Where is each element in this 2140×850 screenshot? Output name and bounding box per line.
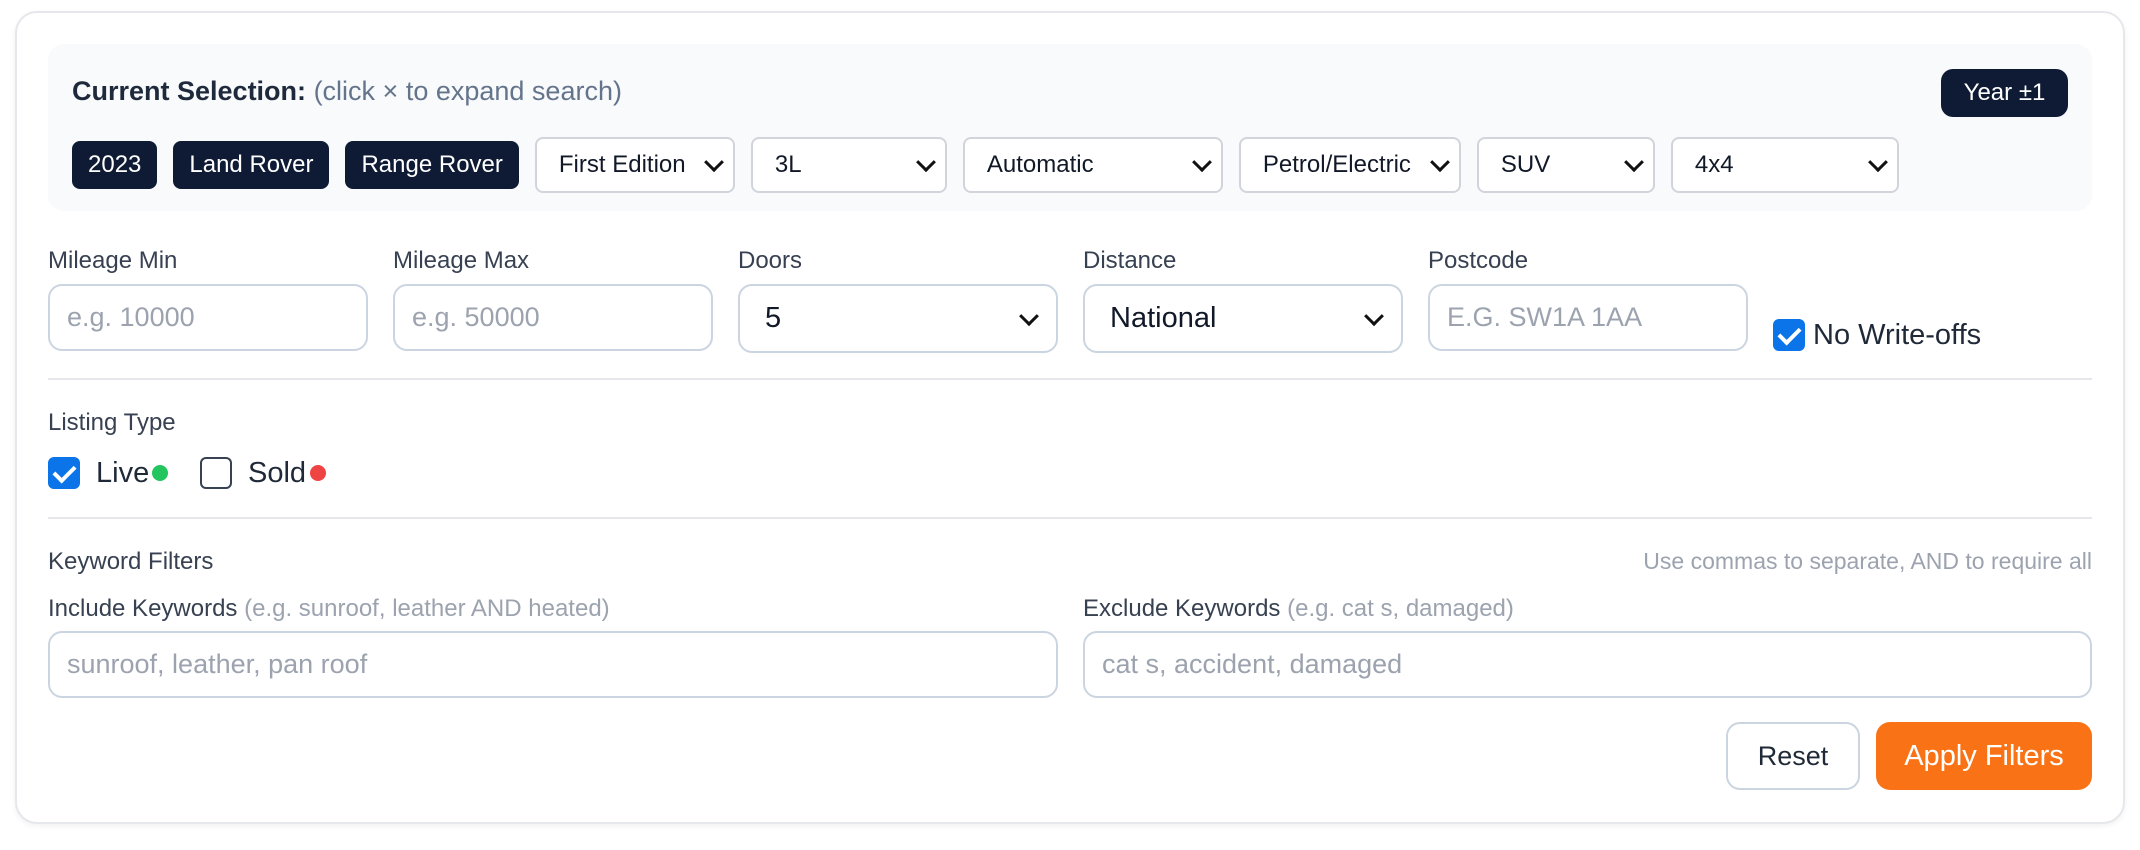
- mileage-min-label: Mileage Min: [48, 247, 178, 274]
- fuel-select-value: Petrol/Electric: [1262, 151, 1411, 178]
- divider: [48, 378, 2092, 380]
- sold-checkbox[interactable]: [200, 457, 232, 489]
- reset-button[interactable]: Reset: [1726, 722, 1860, 790]
- chip-make[interactable]: Land Rover: [173, 141, 330, 189]
- exclude-keywords-title: Exclude Keywords: [1083, 595, 1281, 622]
- listing-type-label: Listing Type: [48, 409, 176, 436]
- mileage-max-placeholder: e.g. 50000: [412, 302, 540, 332]
- exclude-keywords-input[interactable]: cat s, accident, damaged: [1083, 631, 2092, 698]
- mileage-min-placeholder: e.g. 10000: [67, 302, 195, 332]
- include-keywords-label: Include Keywords (e.g. sunroof, leather …: [48, 595, 610, 623]
- chevron-down-icon: [1429, 152, 1450, 173]
- body-select-value: SUV: [1500, 151, 1551, 178]
- doors-select[interactable]: 5: [738, 284, 1058, 353]
- year-range-button[interactable]: Year ±1: [1941, 69, 2068, 117]
- postcode-label: Postcode: [1428, 247, 1529, 274]
- chevron-down-icon: [1364, 305, 1384, 326]
- fuel-select[interactable]: Petrol/Electric: [1238, 137, 1461, 193]
- chevron-down-icon: [703, 152, 724, 173]
- chevron-down-icon: [1191, 152, 1212, 173]
- live-status-dot: [152, 465, 168, 481]
- postcode-input[interactable]: E.G. SW1A 1AA: [1428, 284, 1748, 351]
- chip-year[interactable]: 2023: [72, 141, 158, 189]
- divider: [48, 517, 2092, 519]
- sold-label: Sold: [248, 457, 307, 489]
- keyword-filters-label: Keyword Filters: [48, 548, 214, 575]
- engine-select-value: 3L: [774, 151, 802, 178]
- mileage-max-label: Mileage Max: [393, 247, 530, 274]
- chevron-down-icon: [1019, 305, 1039, 326]
- no-writeoffs-label: No Write-offs: [1813, 319, 1982, 351]
- engine-select[interactable]: 3L: [750, 137, 947, 193]
- chip-model[interactable]: Range Rover: [345, 141, 519, 189]
- no-writeoffs-checkbox[interactable]: [1773, 319, 1805, 351]
- current-selection-panel: Current Selection: (click × to expand se…: [48, 44, 2092, 211]
- distance-select[interactable]: National: [1083, 284, 1403, 353]
- chevron-down-icon: [915, 152, 936, 173]
- trim-select[interactable]: First Edition: [534, 137, 735, 193]
- exclude-keywords-placeholder: cat s, accident, damaged: [1102, 649, 1403, 679]
- trim-select-value: First Edition: [558, 151, 686, 178]
- include-keywords-placeholder: sunroof, leather, pan roof: [67, 649, 368, 679]
- include-keywords-title: Include Keywords: [48, 595, 238, 622]
- drive-select-value: 4x4: [1694, 151, 1734, 178]
- exclude-keywords-label: Exclude Keywords (e.g. cat s, damaged): [1083, 595, 1514, 623]
- live-label: Live: [96, 457, 150, 489]
- keyword-hint: Use commas to separate, AND to require a…: [1643, 548, 2092, 574]
- include-keywords-example: (e.g. sunroof, leather AND heated): [244, 595, 610, 622]
- distance-label: Distance: [1083, 247, 1177, 274]
- current-selection-title: Current Selection:: [72, 76, 307, 106]
- chevron-down-icon: [1623, 152, 1644, 173]
- mileage-min-input[interactable]: e.g. 10000: [48, 284, 368, 351]
- sold-status-dot: [310, 465, 326, 481]
- mileage-max-input[interactable]: e.g. 50000: [393, 284, 713, 351]
- selection-chips: 2023 Land Rover Range Rover First Editio…: [72, 137, 1915, 193]
- apply-filters-button[interactable]: Apply Filters: [1876, 722, 2092, 790]
- postcode-placeholder: E.G. SW1A 1AA: [1447, 302, 1643, 332]
- drive-select[interactable]: 4x4: [1670, 137, 1899, 193]
- doors-select-value: 5: [765, 302, 782, 334]
- include-keywords-input[interactable]: sunroof, leather, pan roof: [48, 631, 1058, 698]
- distance-select-value: National: [1110, 302, 1217, 334]
- current-selection-hint: (click × to expand search): [313, 76, 622, 106]
- transmission-select[interactable]: Automatic: [962, 137, 1223, 193]
- chevron-down-icon: [1867, 152, 1888, 173]
- transmission-select-value: Automatic: [986, 151, 1094, 178]
- exclude-keywords-example: (e.g. cat s, damaged): [1287, 595, 1514, 622]
- doors-label: Doors: [738, 247, 803, 274]
- body-select[interactable]: SUV: [1476, 137, 1655, 193]
- current-selection-heading: Current Selection: (click × to expand se…: [72, 76, 622, 107]
- live-checkbox[interactable]: [48, 457, 80, 489]
